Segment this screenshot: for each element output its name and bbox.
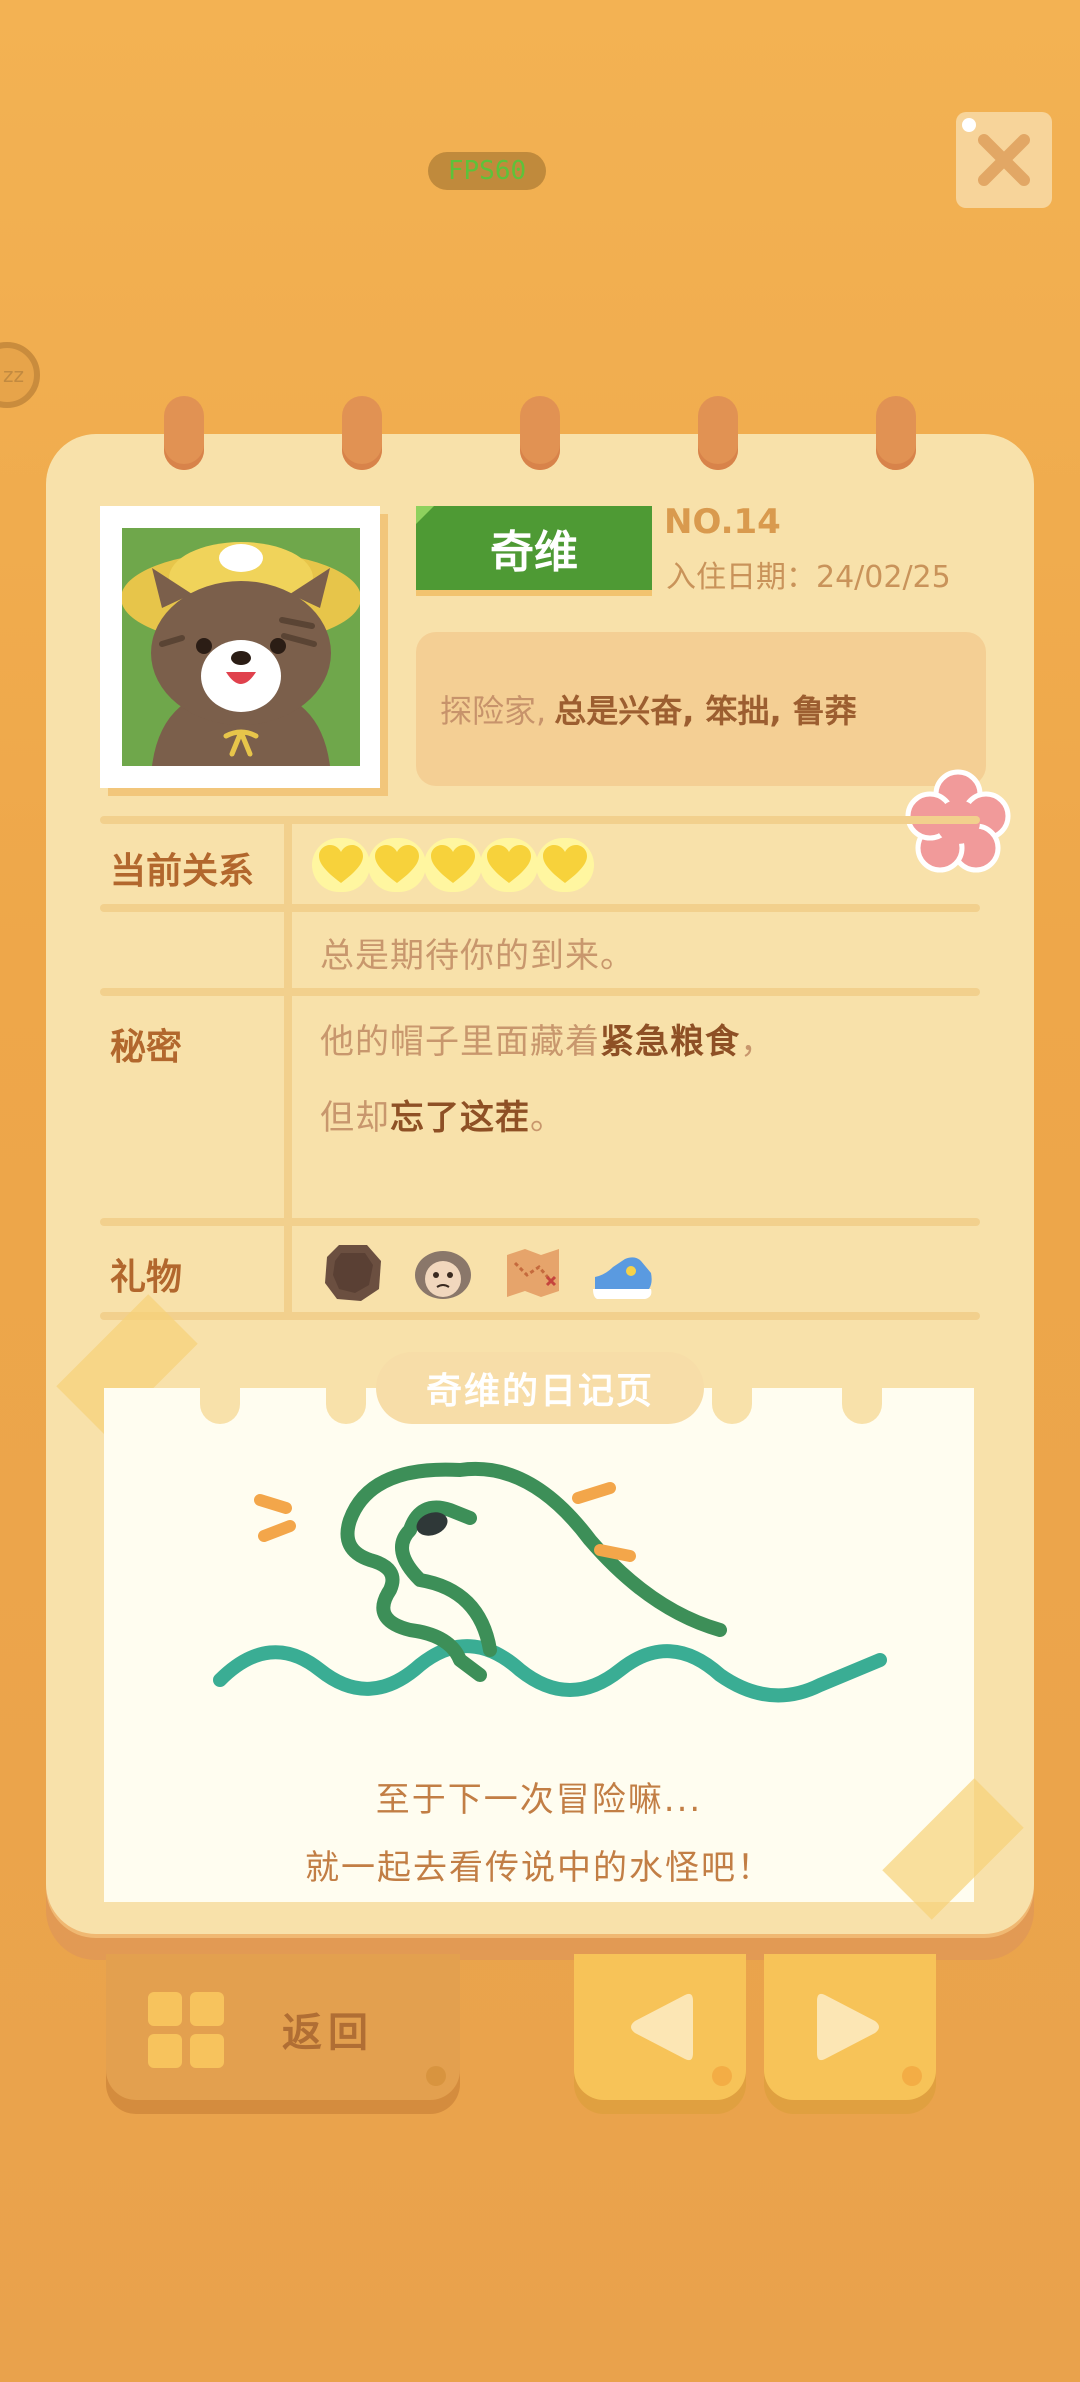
traits-highlight: 总是兴奋, 笨拙, 鲁莽 <box>554 692 857 730</box>
relation-hearts <box>312 838 594 892</box>
sea-monster-drawing-icon <box>213 1461 887 1703</box>
villager-portrait <box>100 506 380 788</box>
relation-label: 当前关系 <box>110 851 255 892</box>
binder-ring <box>520 396 560 470</box>
secret-highlight: 紧急粮食 <box>600 1022 740 1062</box>
back-button[interactable]: 返回 <box>106 1954 460 2100</box>
close-button[interactable] <box>956 112 1052 208</box>
binder-ring <box>164 396 204 470</box>
cat-explorer-icon <box>122 528 360 766</box>
button-dot <box>426 2066 446 2086</box>
secret-text: 。 <box>530 1098 565 1138</box>
relation-text: 总是期待你的到来。 <box>320 936 635 976</box>
mask-icon[interactable] <box>408 1238 478 1308</box>
villager-name-tag: 奇维 <box>416 506 652 590</box>
move-in-date: 入住日期：24/02/25 <box>666 560 951 595</box>
villager-number: NO.14 <box>664 502 781 542</box>
heart-icon <box>368 838 426 892</box>
map-icon[interactable] <box>498 1238 568 1308</box>
heart-icon <box>480 838 538 892</box>
back-button-label: 返回 <box>282 2010 374 2056</box>
next-page-button[interactable] <box>764 1954 936 2100</box>
binder-ring <box>342 396 382 470</box>
binder-ring <box>876 396 916 470</box>
traits-lead: 探险家, <box>440 692 547 730</box>
secret-label: 秘密 <box>110 1027 183 1068</box>
divider <box>100 988 980 996</box>
close-button-highlight <box>962 118 976 132</box>
gift-label: 礼物 <box>110 1257 183 1298</box>
diary-line-2: 就一起去看传说中的水怪吧！ <box>305 1848 773 1888</box>
heart-icon <box>536 838 594 892</box>
secret-text: 但却 <box>320 1098 390 1138</box>
gift-list <box>318 1238 658 1308</box>
diary-title: 奇维的日记页 <box>376 1352 704 1424</box>
secret-line-1: 他的帽子里面藏着紧急粮食， <box>320 1014 775 1063</box>
triangle-left-icon <box>631 1993 693 2061</box>
sneaker-icon[interactable] <box>588 1238 658 1308</box>
column-divider <box>284 824 292 1312</box>
portrait-image <box>122 528 360 766</box>
fps-counter: FPS60 <box>428 152 546 190</box>
grid-menu-icon <box>148 1992 224 2068</box>
divider <box>100 816 980 824</box>
heart-icon <box>312 838 370 892</box>
sleep-badge-text: zz <box>3 363 24 387</box>
binder-ring <box>698 396 738 470</box>
prev-page-button[interactable] <box>574 1954 746 2100</box>
triangle-right-icon <box>817 1993 879 2061</box>
heart-icon <box>424 838 482 892</box>
sleep-badge[interactable]: zz <box>0 342 40 408</box>
secret-highlight: 忘了这茬 <box>390 1098 530 1138</box>
divider <box>100 1218 980 1226</box>
villager-name: 奇维 <box>490 527 578 578</box>
diary-line-1: 至于下一次冒险嘛... <box>375 1780 703 1820</box>
secret-text: 他的帽子里面藏着 <box>320 1022 600 1062</box>
button-dot <box>712 2066 732 2086</box>
personality-traits: 探险家, 总是兴奋, 笨拙, 鲁莽 <box>416 632 986 786</box>
button-dot <box>902 2066 922 2086</box>
divider <box>100 1312 980 1320</box>
secret-line-2: 但却忘了这茬。 <box>320 1090 565 1139</box>
rock-icon[interactable] <box>318 1238 388 1308</box>
divider <box>100 904 980 912</box>
close-icon <box>978 134 1030 186</box>
secret-text: ， <box>740 1022 775 1062</box>
